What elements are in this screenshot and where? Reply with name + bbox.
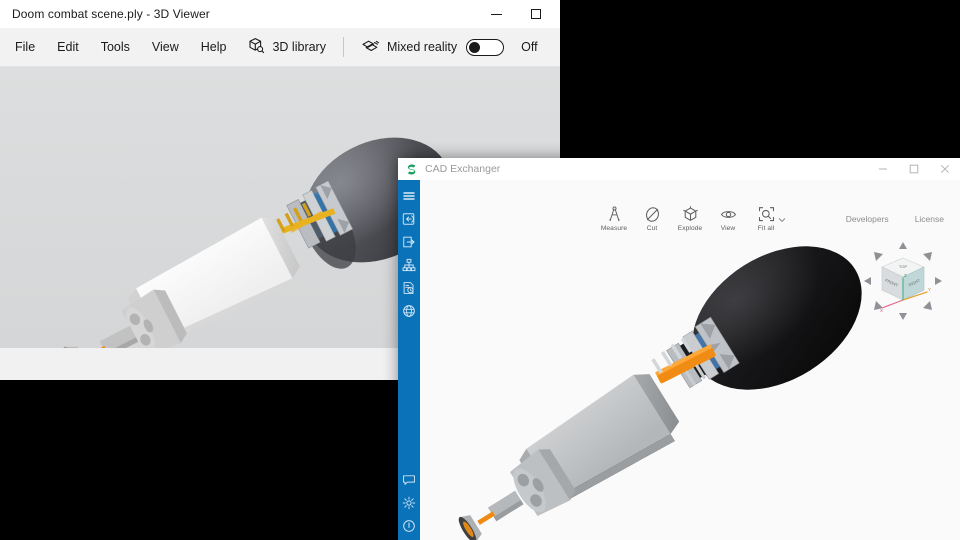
viewer-maximize-button[interactable] [516, 0, 556, 28]
fit-all-icon [758, 207, 774, 222]
navcube-arrow-up-right [923, 252, 932, 261]
toolbar-button-explode[interactable]: Explode [671, 206, 709, 232]
sidebar-item-settings[interactable] [398, 491, 420, 514]
import-icon [402, 212, 415, 225]
menu-item-edit[interactable]: Edit [46, 34, 90, 60]
explode-cube-icon [682, 206, 698, 221]
menu-item-tools[interactable]: Tools [90, 34, 141, 60]
close-icon [940, 164, 949, 174]
navcube-axis-x [881, 299, 904, 309]
measure-icon [609, 206, 619, 222]
menubar-divider [342, 37, 344, 57]
info-icon [403, 519, 415, 532]
sidebar-item-import[interactable] [398, 207, 420, 230]
3d-library-label: 3D library [272, 40, 326, 54]
eye-icon [720, 211, 736, 218]
cad-close-button[interactable] [929, 158, 960, 180]
document-inspect-icon [403, 281, 414, 294]
cad-window-controls [867, 158, 960, 180]
window-cad-exchanger[interactable]: CAD Exchanger Measure Cut Explode View F… [398, 158, 960, 540]
view-cube[interactable]: TOP FRONT RIGHT X Y Z [858, 236, 948, 326]
cad-exchanger-logo-icon [407, 163, 416, 175]
cad-titlebar[interactable]: CAD Exchanger [398, 158, 960, 180]
cad-sidebar [398, 180, 420, 540]
sidebar-item-about[interactable] [398, 514, 420, 537]
maximize-icon [531, 9, 541, 19]
toolbar-label-explode: Explode [677, 225, 703, 232]
cad-maximize-button[interactable] [898, 158, 929, 180]
navcube-arrow-down-right [923, 301, 932, 310]
navcube-axis-label-x: X [880, 308, 883, 313]
menu-item-help[interactable]: Help [190, 34, 238, 60]
viewer-title: Doom combat scene.ply - 3D Viewer [12, 7, 210, 21]
viewer-window-controls [476, 0, 556, 28]
cad-title: CAD Exchanger [425, 163, 501, 175]
minimize-icon [490, 13, 502, 15]
toolbar-button-view[interactable]: View [709, 206, 747, 232]
cube-search-icon [247, 37, 265, 58]
toggle-knob [469, 41, 481, 53]
gear-icon [402, 496, 416, 509]
menu-item-view[interactable]: View [141, 34, 190, 60]
navcube-arrow-right [935, 277, 942, 285]
maximize-icon [909, 164, 918, 174]
menu-item-file[interactable]: File [4, 34, 46, 60]
globe-icon [403, 304, 415, 317]
mixed-reality-control[interactable]: Mixed reality Off [351, 32, 548, 63]
toolbar-label-fit-all: Fit all [757, 225, 775, 232]
sidebar-item-inspect[interactable] [398, 276, 420, 299]
chevron-down-icon[interactable] [778, 217, 786, 223]
sidebar-item-menu[interactable] [398, 184, 420, 207]
3d-library-button[interactable]: 3D library [237, 31, 336, 64]
toolbar-button-measure[interactable]: Measure [595, 206, 633, 232]
toolbar-label-measure: Measure [600, 225, 628, 232]
viewer-menubar: File Edit Tools View Help 3D library Mix… [0, 28, 560, 67]
toolbar-button-cut[interactable]: Cut [633, 206, 671, 232]
chat-bubble-icon [403, 474, 415, 485]
navcube-arrow-down [899, 313, 907, 320]
link-license[interactable]: License [915, 214, 944, 224]
minimize-icon [878, 168, 887, 170]
mixed-reality-toggle[interactable] [466, 38, 505, 56]
cad-minimize-button[interactable] [867, 158, 898, 180]
navcube-axis-label-y: Y [928, 287, 931, 292]
cad-header-links: Developers License [846, 214, 944, 224]
toolbar-label-cut: Cut [646, 225, 658, 232]
viewer-minimize-button[interactable] [476, 0, 516, 28]
navcube-arrow-up [899, 242, 907, 249]
viewer-titlebar[interactable]: Doom combat scene.ply - 3D Viewer [0, 0, 560, 28]
mixed-reality-state: Off [521, 40, 538, 54]
export-icon [403, 236, 415, 247]
sidebar-item-web[interactable] [398, 299, 420, 322]
sidebar-item-export[interactable] [398, 230, 420, 253]
toolbar-button-fit-all[interactable]: Fit all [747, 206, 786, 232]
toolbar-label-view: View [720, 225, 736, 232]
sidebar-item-feedback[interactable] [398, 468, 420, 491]
navcube-face-top: TOP [899, 264, 907, 269]
sidebar-item-structure[interactable] [398, 253, 420, 276]
link-developers[interactable]: Developers [846, 214, 889, 224]
mixed-reality-label: Mixed reality [386, 40, 458, 54]
assembly-tree-icon [402, 258, 416, 271]
navcube-arrow-up-left [874, 252, 883, 261]
hamburger-menu-icon [403, 191, 415, 200]
cut-plane-icon [645, 207, 659, 222]
cad-main-area: Measure Cut Explode View Fit all Develop… [420, 180, 960, 540]
mixed-reality-icon [361, 38, 380, 57]
navcube-arrow-left [864, 277, 871, 285]
sidebar-top-group [398, 180, 420, 322]
sidebar-bottom-group [398, 468, 420, 537]
navcube-axis-label-z: Z [904, 273, 907, 278]
cad-body: Measure Cut Explode View Fit all Develop… [398, 180, 960, 540]
